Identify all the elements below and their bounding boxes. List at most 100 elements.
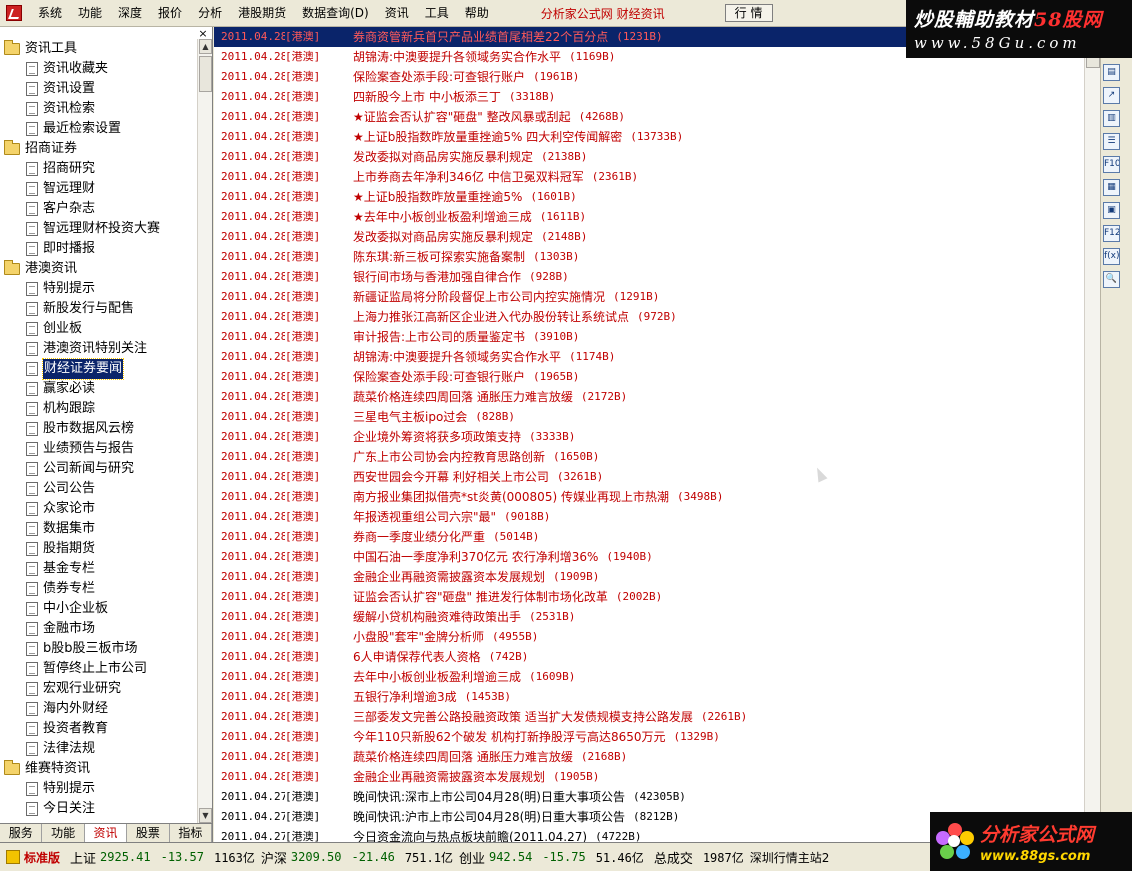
news-row[interactable]: 2011.04.28 [港澳] 五银行净利增逾3成 (1453B) bbox=[214, 687, 1084, 707]
menu-data-query[interactable]: 数据查询(D) bbox=[294, 0, 377, 27]
news-row[interactable]: 2011.04.28 [港澳] 审计报告:上市公司的质量鉴定书 (3910B) bbox=[214, 327, 1084, 347]
news-row[interactable]: 2011.04.28 [港澳] ★证监会否认扩容"砸盘" 整改风暴或刮起 (4268B… bbox=[214, 107, 1084, 127]
menu-tools[interactable]: 工具 bbox=[417, 0, 457, 27]
tree-item[interactable]: 智远理财杯投资大赛 bbox=[0, 219, 198, 239]
news-row[interactable]: 2011.04.28 [港澳] 三星电气主板ipo过会 (828B) bbox=[214, 407, 1084, 427]
tree-folder[interactable]: 招商证券 bbox=[0, 139, 198, 159]
sidebar-tab[interactable]: 资讯 bbox=[84, 824, 128, 842]
news-row[interactable]: 2011.04.28 [港澳] 年报透视重组公司六宗"最" (9018B) bbox=[214, 507, 1084, 527]
f12-icon[interactable]: F12 bbox=[1103, 225, 1120, 242]
news-row[interactable]: 2011.04.28 [港澳] 去年中小板创业板盈利增逾三成 (1609B) bbox=[214, 667, 1084, 687]
news-row[interactable]: 2011.04.28 [港澳] 上市券商去年净利346亿 中信卫冕双料冠军 (2361… bbox=[214, 167, 1084, 187]
tree-item[interactable]: 即时播报 bbox=[0, 239, 198, 259]
tree-item[interactable]: 港澳资讯特别关注 bbox=[0, 339, 198, 359]
news-row[interactable]: 2011.04.28 [港澳] 蔬菜价格连续四周回落 通胀压力难言放缓 (2172B) bbox=[214, 387, 1084, 407]
news-row[interactable]: 2011.04.28 [港澳] 中国石油一季度净利370亿元 农行净利增36% (19… bbox=[214, 547, 1084, 567]
search-icon[interactable]: 🔍 bbox=[1103, 271, 1120, 288]
news-row[interactable]: 2011.04.28 [港澳] 保险案查处添手段:可查银行账户 (1965B) bbox=[214, 367, 1084, 387]
news-row[interactable]: 2011.04.28 [港澳] 西安世园会今开幕 利好相关上市公司 (3261B) bbox=[214, 467, 1084, 487]
index-name[interactable]: 沪深 bbox=[261, 848, 287, 867]
index-name[interactable]: 上证 bbox=[70, 848, 96, 867]
menu-quote[interactable]: 报价 bbox=[150, 0, 190, 27]
scroll-up-icon[interactable]: ▲ bbox=[199, 39, 212, 54]
news-row[interactable]: 2011.04.28 [港澳] ★上证b股指数昨放量重挫逾5% (1601B) bbox=[214, 187, 1084, 207]
tree-item[interactable]: 财经证券要闻 bbox=[0, 358, 198, 380]
scroll-down-icon[interactable]: ▼ bbox=[199, 808, 212, 823]
tree-item[interactable]: 公司新闻与研究 bbox=[0, 459, 198, 479]
sidebar-tab[interactable]: 服务 bbox=[0, 824, 43, 842]
tree-folder[interactable]: 资讯工具 bbox=[0, 39, 198, 59]
tree-item[interactable]: 宏观行业研究 bbox=[0, 679, 198, 699]
news-row[interactable]: 2011.04.28 [港澳] 银行间市场与香港加强自律合作 (928B) bbox=[214, 267, 1084, 287]
tree-scrollbar[interactable]: ▲ ▼ bbox=[197, 39, 212, 823]
news-row[interactable]: 2011.04.28 [港澳] 新疆证监局将分阶段督促上市公司内控实施情况 (1291… bbox=[214, 287, 1084, 307]
news-row[interactable]: 2011.04.28 [港澳] 小盘股"套牢"金牌分析师 (4955B) bbox=[214, 627, 1084, 647]
tree-item[interactable]: 特别提示 bbox=[0, 279, 198, 299]
tree-item[interactable]: 资讯设置 bbox=[0, 79, 198, 99]
tree-item[interactable]: 最近检索设置 bbox=[0, 119, 198, 139]
news-row[interactable]: 2011.04.28 [港澳] 陈东琪:新三板可探索实施备案制 (1303B) bbox=[214, 247, 1084, 267]
news-row[interactable]: 2011.04.28 [港澳] ★上证b股指数昨放量重挫逾5% 四大利空传闻解密 (1… bbox=[214, 127, 1084, 147]
index-name[interactable]: 创业 bbox=[459, 848, 485, 867]
news-row[interactable]: 2011.04.28 [港澳] 金融企业再融资需披露资本发展规划 (1905B) bbox=[214, 767, 1084, 787]
menu-depth[interactable]: 深度 bbox=[110, 0, 150, 27]
news-row[interactable]: 2011.04.28 [港澳] 券商一季度业绩分化严重 (5014B) bbox=[214, 527, 1084, 547]
tree-item[interactable]: b股b股三板市场 bbox=[0, 639, 198, 659]
market-button[interactable]: 行 情 bbox=[724, 4, 773, 22]
news-row[interactable]: 2011.04.28 [港澳] 胡锦涛:中澳要提升各领域务实合作水平 (1174B) bbox=[214, 347, 1084, 367]
tree-item[interactable]: 客户杂志 bbox=[0, 199, 198, 219]
bar-chart-icon[interactable]: ▥ bbox=[1103, 110, 1120, 127]
server-label[interactable]: 深圳行情主站2 bbox=[750, 849, 830, 866]
sidebar-tab[interactable]: 功能 bbox=[42, 824, 85, 842]
square-icon[interactable]: ▣ bbox=[1103, 202, 1120, 219]
tree-item[interactable]: 智远理财 bbox=[0, 179, 198, 199]
app-logo-icon[interactable] bbox=[6, 5, 22, 21]
news-row[interactable]: 2011.04.28 [港澳] 三部委发文完善公路投融资政策 适当扩大发债规模支持公… bbox=[214, 707, 1084, 727]
news-row[interactable]: 2011.04.28 [港澳] 证监会否认扩容"砸盘" 推进发行体制市场化改革 (20… bbox=[214, 587, 1084, 607]
tree-item[interactable]: 今日关注 bbox=[0, 799, 198, 819]
tree-item[interactable]: 赢家必读 bbox=[0, 379, 198, 399]
tree-item[interactable]: 金融市场 bbox=[0, 619, 198, 639]
menu-function[interactable]: 功能 bbox=[70, 0, 110, 27]
tree-item[interactable]: 公司公告 bbox=[0, 479, 198, 499]
tree-item[interactable]: 机构跟踪 bbox=[0, 399, 198, 419]
tree-item[interactable]: 新股发行与配售 bbox=[0, 299, 198, 319]
tree-scroll-thumb[interactable] bbox=[199, 56, 212, 92]
news-row[interactable]: 2011.04.28 [港澳] 南方报业集团拟借壳*st炎黄(000805) 传媒业… bbox=[214, 487, 1084, 507]
news-row[interactable]: 2011.04.28 [港澳] 保险案查处添手段:可查银行账户 (1961B) bbox=[214, 67, 1084, 87]
news-row[interactable]: 2011.04.28 [港澳] 四新股今上市 中小板添三丁 (3318B) bbox=[214, 87, 1084, 107]
line-chart-icon[interactable]: ↗ bbox=[1103, 87, 1120, 104]
menu-news[interactable]: 资讯 bbox=[377, 0, 417, 27]
sidebar-tab[interactable]: 股票 bbox=[127, 824, 170, 842]
tree-folder[interactable]: 维赛特资讯 bbox=[0, 759, 198, 779]
grid-icon[interactable]: ▦ bbox=[1103, 179, 1120, 196]
f10-icon[interactable]: F10 bbox=[1103, 156, 1120, 173]
list-icon[interactable]: ☰ bbox=[1103, 133, 1120, 150]
news-row[interactable]: 2011.04.28 [港澳] 企业境外筹资将获多项政策支持 (3333B) bbox=[214, 427, 1084, 447]
tree-item[interactable]: 股市数据风云榜 bbox=[0, 419, 198, 439]
table-icon[interactable]: ▤ bbox=[1103, 64, 1120, 81]
tree-item[interactable]: 资讯检索 bbox=[0, 99, 198, 119]
news-row[interactable]: 2011.04.28 [港澳] 金融企业再融资需披露资本发展规划 (1909B) bbox=[214, 567, 1084, 587]
tree-item[interactable]: 法律法规 bbox=[0, 739, 198, 759]
tree-item[interactable]: 数据集市 bbox=[0, 519, 198, 539]
menu-system[interactable]: 系统 bbox=[30, 0, 70, 27]
news-row[interactable]: 2011.04.28 [港澳] ★去年中小板创业板盈利增逾三成 (1611B) bbox=[214, 207, 1084, 227]
tree-item[interactable]: 暂停终止上市公司 bbox=[0, 659, 198, 679]
tree-item[interactable]: 股指期货 bbox=[0, 539, 198, 559]
news-row[interactable]: 2011.04.28 [港澳] 广东上市公司协会内控教育思路创新 (1650B) bbox=[214, 447, 1084, 467]
news-row[interactable]: 2011.04.28 [港澳] 发改委拟对商品房实施反暴利规定 (2138B) bbox=[214, 147, 1084, 167]
menu-analysis[interactable]: 分析 bbox=[190, 0, 230, 27]
news-row[interactable]: 2011.04.28 [港澳] 6人申请保荐代表人资格 (742B) bbox=[214, 647, 1084, 667]
menu-help[interactable]: 帮助 bbox=[457, 0, 497, 27]
tree-item[interactable]: 创业板 bbox=[0, 319, 198, 339]
tree-item[interactable]: 众家论市 bbox=[0, 499, 198, 519]
tree-item[interactable]: 业绩预告与报告 bbox=[0, 439, 198, 459]
tree-item[interactable]: 基金专栏 bbox=[0, 559, 198, 579]
news-row[interactable]: 2011.04.28 [港澳] 上海力推张江高新区企业进入代办股份转让系统试点 (97… bbox=[214, 307, 1084, 327]
news-row[interactable]: 2011.04.28 [港澳] 缓解小贷机构融资难待政策出手 (2531B) bbox=[214, 607, 1084, 627]
tree-item[interactable]: 债券专栏 bbox=[0, 579, 198, 599]
tree-item[interactable]: 资讯收藏夹 bbox=[0, 59, 198, 79]
formula-icon[interactable]: f(x) bbox=[1103, 248, 1120, 265]
news-scrollbar[interactable]: ▲ ▼ bbox=[1084, 27, 1100, 842]
